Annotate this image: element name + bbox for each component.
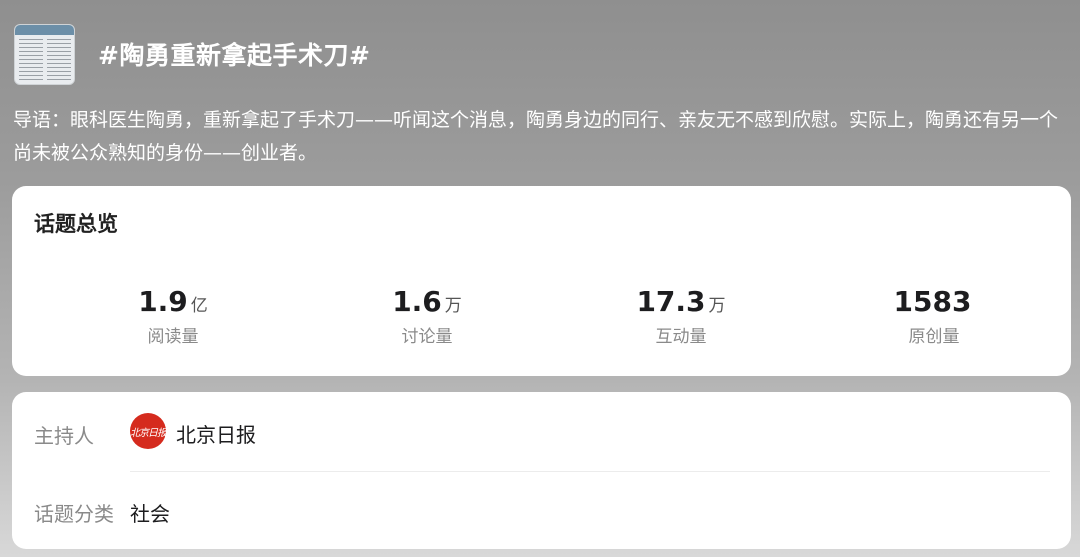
thumbnail-text-column — [19, 39, 43, 81]
stat-value: 1.9 — [138, 285, 188, 318]
stat-label: 讨论量 — [401, 327, 453, 347]
host-logo[interactable]: 北京日报 — [130, 413, 167, 449]
stat-unit: 万 — [444, 296, 462, 316]
stat-read-count: 1.9 亿 阅读量 — [73, 284, 273, 347]
topic-info-card: 主持人 北京日报 北京日报 话题分类 社会 — [12, 392, 1071, 549]
category-label: 话题分类 — [34, 502, 114, 526]
stat-value: 17.3 — [636, 285, 706, 318]
stat-value: 1583 — [893, 285, 972, 318]
overview-card: 话题总览 1.9 亿 阅读量 1.6 万 讨论量 17.3 万 互动量 1583 原创… — [12, 186, 1071, 376]
topic-thumbnail[interactable] — [14, 24, 75, 85]
category-value[interactable]: 社会 — [130, 498, 170, 527]
overview-title: 话题总览 — [34, 212, 118, 236]
stat-label: 互动量 — [655, 327, 707, 347]
stat-original-count: 1583 原创量 — [834, 284, 1034, 347]
host-label: 主持人 — [34, 424, 94, 448]
stat-label: 阅读量 — [147, 327, 199, 347]
stat-unit: 万 — [708, 296, 726, 316]
topic-header: #陶勇重新拿起手术刀# — [14, 24, 1066, 86]
stat-discussion-count: 1.6 万 讨论量 — [327, 284, 527, 347]
host-name-link[interactable]: 北京日报 — [176, 419, 256, 448]
thumbnail-text-column — [47, 39, 71, 81]
host-row: 主持人 北京日报 北京日报 — [12, 392, 1071, 471]
thumbnail-masthead — [15, 25, 74, 35]
topic-intro: 导语：眼科医生陶勇，重新拿起了手术刀——听闻这个消息，陶勇身边的同行、亲友无不感… — [13, 109, 1059, 164]
stats-row: 1.9 亿 阅读量 1.6 万 讨论量 17.3 万 互动量 1583 原创量 — [12, 284, 1071, 348]
stat-unit: 亿 — [190, 296, 208, 316]
stat-label: 原创量 — [908, 327, 960, 347]
topic-title: #陶勇重新拿起手术刀# — [98, 41, 371, 70]
stat-interaction-count: 17.3 万 互动量 — [581, 284, 781, 347]
stat-value: 1.6 — [392, 285, 442, 318]
category-row: 话题分类 社会 — [12, 472, 1071, 549]
